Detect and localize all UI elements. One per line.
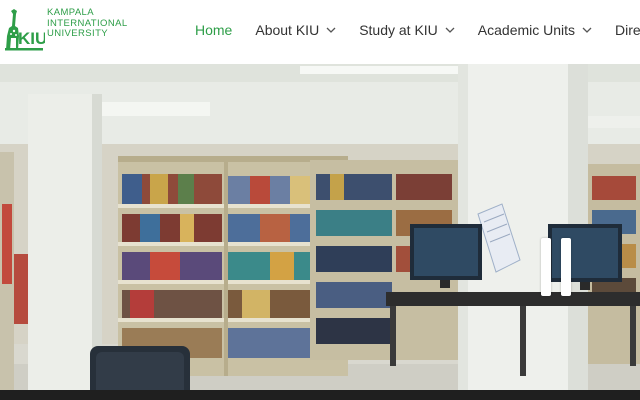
- logo-line-3: UNIVERSITY: [47, 28, 109, 39]
- nav-item-label: Direct: [615, 22, 640, 38]
- slider-bottom-bar: [0, 390, 640, 400]
- nav-item-academic-units[interactable]: Academic Units: [478, 22, 592, 38]
- giraffe-logo-icon: KIU: [3, 6, 47, 51]
- nav-item-label: Study at KIU: [359, 22, 438, 38]
- chevron-down-icon: [326, 27, 336, 33]
- library-hero-image: [0, 64, 640, 400]
- logo-line-1: KAMPALA: [47, 7, 94, 18]
- nav-item-home[interactable]: Home: [195, 22, 232, 38]
- chevron-down-icon: [445, 27, 455, 33]
- main-nav: Home About KIU Study at KIU Academic Uni…: [195, 22, 640, 38]
- nav-item-label: About KIU: [255, 22, 320, 38]
- nav-item-direct[interactable]: Direct: [615, 22, 640, 38]
- logo-mark-letters: KIU: [18, 29, 45, 48]
- nav-item-label: Home: [195, 22, 233, 38]
- hero-slider[interactable]: [0, 64, 640, 400]
- pause-icon[interactable]: [541, 238, 571, 296]
- nav-item-about-kiu[interactable]: About KIU: [255, 22, 336, 38]
- logo-wordmark: KAMPALA INTERNATIONAL UNIVERSITY: [47, 7, 128, 40]
- chevron-down-icon: [582, 27, 592, 33]
- kiu-logo[interactable]: KIU KAMPALA INTERNATIONAL UNIVERSITY: [3, 6, 128, 51]
- site-header: KIU KAMPALA INTERNATIONAL UNIVERSITY Hom…: [0, 0, 640, 64]
- nav-item-label: Academic Units: [477, 22, 576, 38]
- nav-item-study-at-kiu[interactable]: Study at KIU: [359, 22, 455, 38]
